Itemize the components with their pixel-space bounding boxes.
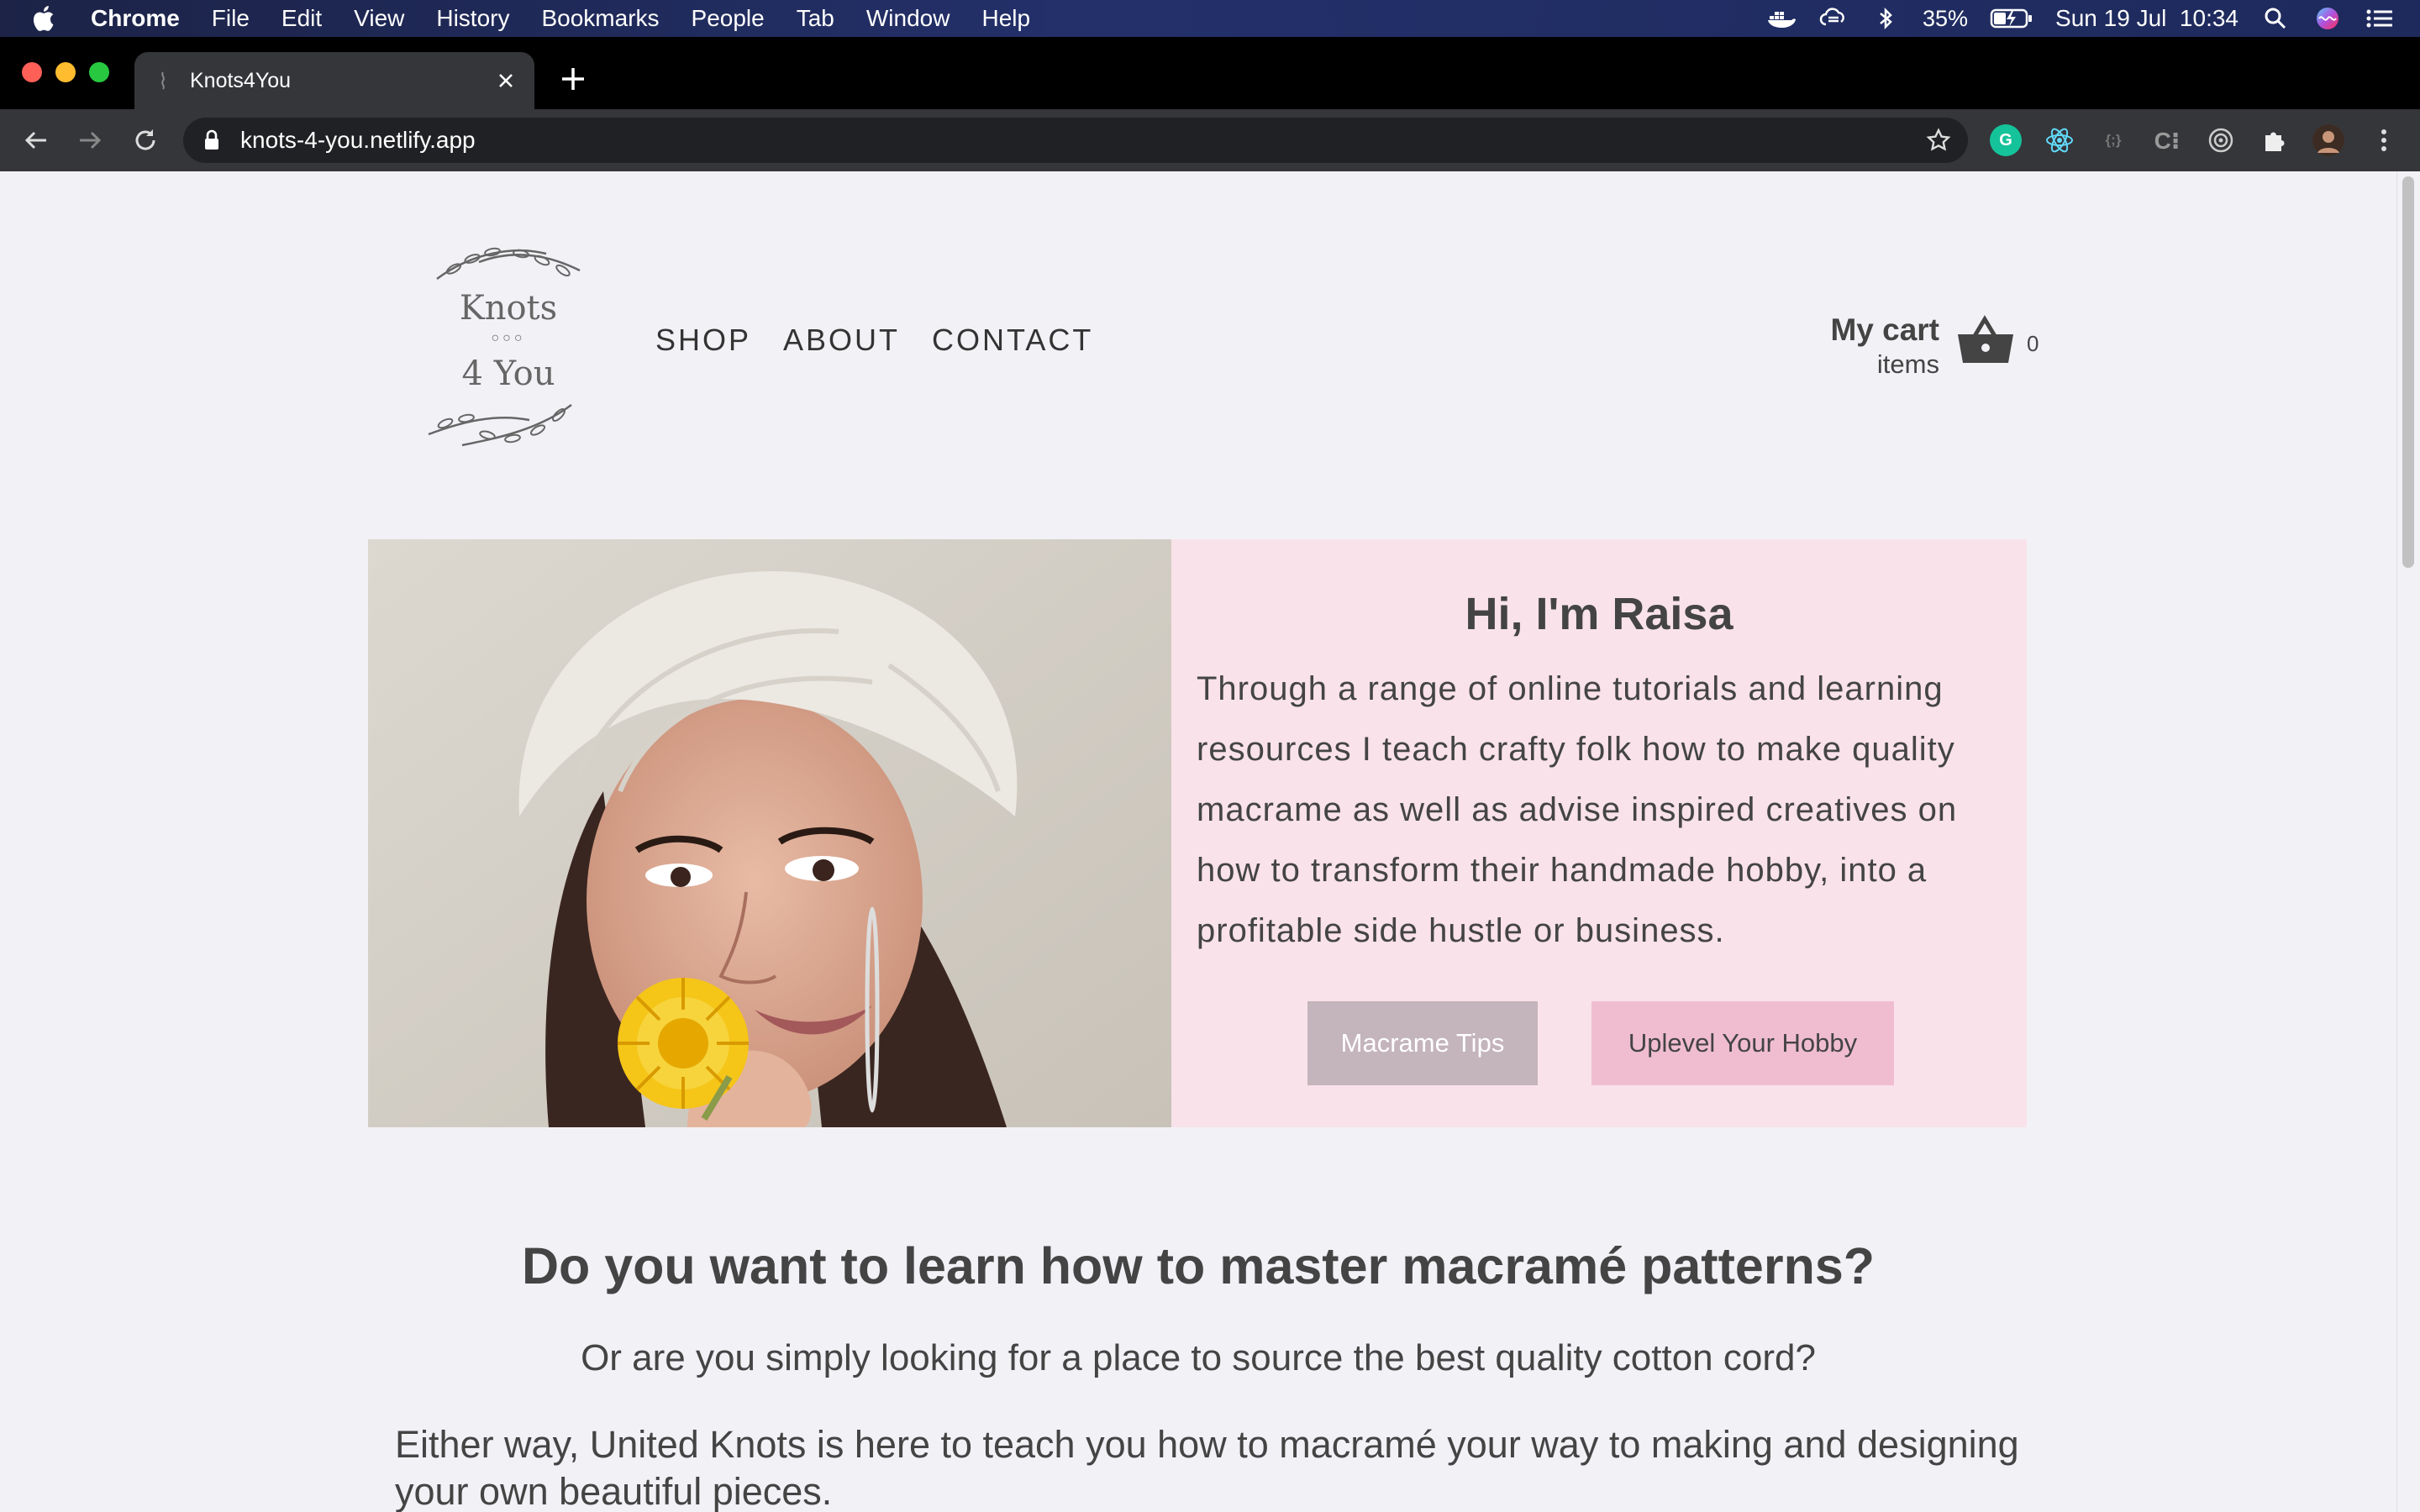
window-close-button[interactable] [22,62,42,82]
cart-title: My cart [1830,312,1939,347]
scrollbar-thumb[interactable] [2402,176,2414,568]
json-extension-icon[interactable]: {;} [2097,124,2129,156]
menu-people[interactable]: People [692,5,765,32]
battery-charging-icon[interactable] [1990,6,2033,31]
menu-history[interactable]: History [436,5,509,32]
apple-menu-icon[interactable] [30,4,60,33]
spotlight-search-icon[interactable] [2260,6,2291,31]
window-minimize-button[interactable] [55,62,76,82]
hero-portrait-image [368,539,1171,1127]
site-logo[interactable]: Knots ○○○ 4 You [412,228,605,455]
window-zoom-button[interactable] [89,62,109,82]
tab-close-icon[interactable] [492,67,519,94]
menu-bookmarks[interactable]: Bookmarks [541,5,659,32]
react-devtools-extension-icon[interactable] [2044,124,2075,156]
menubar-clock[interactable]: Sun 19 Jul 10:34 [2055,5,2238,32]
hero-section: Hi, I'm Raisa Through a range of online … [368,539,2027,1127]
menu-edit[interactable]: Edit [281,5,322,32]
chrome-menu-icon[interactable] [2368,124,2400,156]
grammarly-extension-icon[interactable]: G [1990,124,2022,156]
nav-shop-link[interactable]: SHOP [655,323,751,358]
clipboard-extension-icon[interactable]: C⁝ [2151,124,2183,156]
cart-widget[interactable]: My cart items 0 [1807,306,2059,381]
bookmark-star-icon[interactable] [1926,128,1951,153]
section-paragraph: Either way, United Knots is here to teac… [395,1423,2019,1512]
menu-help[interactable]: Help [981,5,1030,32]
back-button[interactable] [18,123,54,158]
logo-dots: ○○○ [491,331,526,345]
hero-heading: Hi, I'm Raisa [1465,589,1733,639]
siri-icon[interactable] [2312,6,2343,31]
bluetooth-icon[interactable] [1870,6,1901,31]
logo-text-4you: 4 You [461,354,555,393]
browser-toolbar: knots-4-you.netlify.app G {;} C⁝ [0,109,2420,171]
control-center-icon[interactable] [2365,6,2395,31]
menu-view[interactable]: View [354,5,404,32]
hero-body-text: Through a range of online tutorials and … [1197,670,1958,949]
uplevel-hobby-button[interactable]: Uplevel Your Hobby [1591,1001,1894,1085]
extensions-puzzle-icon[interactable] [2259,124,2291,156]
logo-text-knots: Knots [459,289,558,328]
tab-title: Knots4You [190,68,292,92]
browser-tab-strip: Knots4You [0,37,2420,109]
browser-tab-active[interactable]: Knots4You [134,52,534,109]
profile-avatar[interactable] [2312,124,2344,156]
section-subheading: Or are you simply looking for a place to… [581,1337,1816,1378]
site-nav: SHOP ABOUT CONTACT [655,323,1093,358]
menubar-status-area: 35% Sun 19 Jul 10:34 [1766,0,2395,37]
new-tab-button[interactable] [556,62,590,96]
battery-percent: 35% [1923,5,1969,31]
nav-contact-link[interactable]: CONTACT [932,323,1093,358]
reload-button[interactable] [128,123,163,158]
address-bar[interactable]: knots-4-you.netlify.app [183,118,1968,163]
forward-button[interactable] [72,123,108,158]
macrame-tips-button[interactable]: Macrame Tips [1307,1001,1538,1085]
lock-icon[interactable] [203,129,220,151]
menu-file[interactable]: File [212,5,250,32]
section-heading: Do you want to learn how to master macra… [521,1237,1876,1294]
nav-about-link[interactable]: ABOUT [783,323,900,358]
cart-count: 0 [2027,331,2039,356]
docker-icon[interactable] [1766,6,1797,31]
page-scrollbar[interactable] [2396,171,2420,1512]
cart-items-label: items [1876,349,1939,379]
shopping-basket-icon[interactable] [1956,314,2015,366]
url-text[interactable]: knots-4-you.netlify.app [240,127,476,154]
cloud-sync-icon[interactable] [1818,6,1849,31]
tab-favicon-icon [155,71,171,91]
menu-app-name[interactable]: Chrome [91,5,180,32]
menu-tab[interactable]: Tab [797,5,834,32]
menu-window[interactable]: Window [866,5,950,32]
macos-menu-bar: Chrome File Edit View History Bookmarks … [0,0,2420,37]
page-viewport: Knots ○○○ 4 You SHOP ABOUT CONTACT My ca… [0,171,2420,1512]
target-extension-icon[interactable] [2205,124,2237,156]
